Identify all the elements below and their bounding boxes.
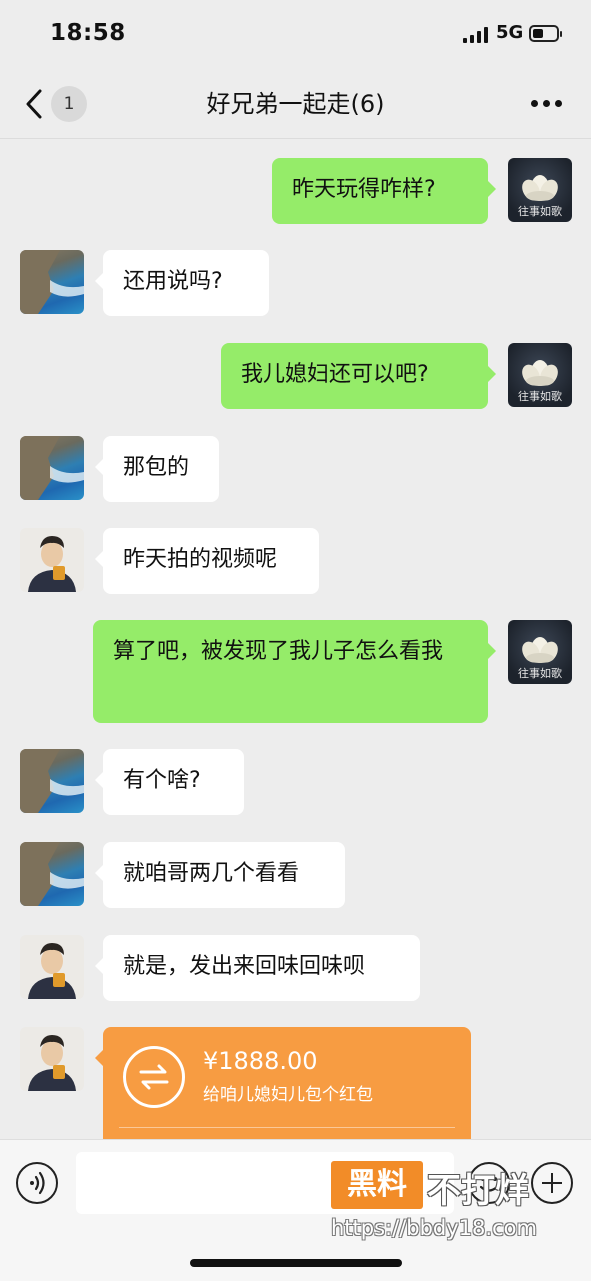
status-bar: 18:58 5G (0, 0, 591, 70)
more-options-icon[interactable] (526, 98, 566, 108)
man-portrait-image (28, 943, 76, 999)
lotus-avatar[interactable]: 往事如歌 (508, 158, 572, 222)
sea-cliff-image (20, 436, 84, 500)
sea-cliff-avatar[interactable] (20, 250, 84, 314)
man-portrait-image (28, 1035, 76, 1091)
sea-cliff-image (20, 842, 84, 906)
message-bubble-outgoing[interactable]: 昨天玩得咋样? (272, 158, 496, 224)
message-bubble-incoming[interactable]: 就咱哥两几个看看 (95, 842, 345, 908)
back-arrow-icon[interactable] (20, 86, 50, 122)
home-indicator (190, 1259, 402, 1267)
man-with-beer-avatar[interactable] (20, 1027, 84, 1091)
man-with-beer-avatar[interactable] (20, 935, 84, 999)
transfer-note: 给咱儿媳妇儿包个红包 (203, 1085, 373, 1105)
watermark-badge: 黑料 (331, 1161, 423, 1209)
sea-cliff-avatar[interactable] (20, 842, 84, 906)
watermark-url: https://bbdy18.com (331, 1216, 537, 1240)
lotus-avatar[interactable]: 往事如歌 (508, 620, 572, 684)
sea-cliff-image (20, 250, 84, 314)
message-bubble-outgoing[interactable]: 我儿媳妇还可以吧? (221, 343, 496, 409)
unread-count-badge[interactable]: 1 (51, 86, 87, 122)
message-bubble-incoming[interactable]: 就是，发出来回味回味呗 (95, 935, 420, 1001)
lotus-avatar[interactable]: 往事如歌 (508, 343, 572, 407)
watermark-text: 不打烊 (427, 1171, 529, 1211)
transfer-amount: ¥1888.00 (203, 1047, 318, 1075)
chat-title: 好兄弟一起走(6) (206, 90, 385, 118)
network-label: 5G (496, 22, 524, 43)
man-with-beer-avatar[interactable] (20, 528, 84, 592)
message-bubble-incoming[interactable]: 还用说吗? (95, 250, 269, 316)
transfer-icon (123, 1046, 185, 1108)
status-time: 18:58 (50, 20, 126, 46)
signal-icon (463, 27, 488, 43)
sea-cliff-avatar[interactable] (20, 749, 84, 813)
sea-cliff-image (20, 749, 84, 813)
avatar-caption: 往事如歌 (518, 667, 562, 680)
avatar-caption: 往事如歌 (518, 390, 562, 403)
transfer-divider (119, 1127, 455, 1128)
message-bubble-outgoing[interactable]: 算了吧，被发现了我儿子怎么看我 (93, 620, 496, 723)
battery-icon (529, 25, 562, 42)
sea-cliff-avatar[interactable] (20, 436, 84, 500)
chat-header: 1 好兄弟一起走(6) (0, 70, 591, 139)
voice-input-icon[interactable] (16, 1162, 58, 1204)
message-bubble-incoming[interactable]: 有个啥? (95, 749, 244, 815)
message-bubble-incoming[interactable]: 昨天拍的视频呢 (95, 528, 319, 594)
add-more-icon[interactable] (531, 1162, 573, 1204)
avatar-caption: 往事如歌 (518, 205, 562, 218)
message-bubble-incoming[interactable]: 那包的 (95, 436, 219, 502)
man-portrait-image (28, 536, 76, 592)
transfer-card[interactable]: ¥1888.00 给咱儿媳妇儿包个红包 (95, 1027, 471, 1139)
